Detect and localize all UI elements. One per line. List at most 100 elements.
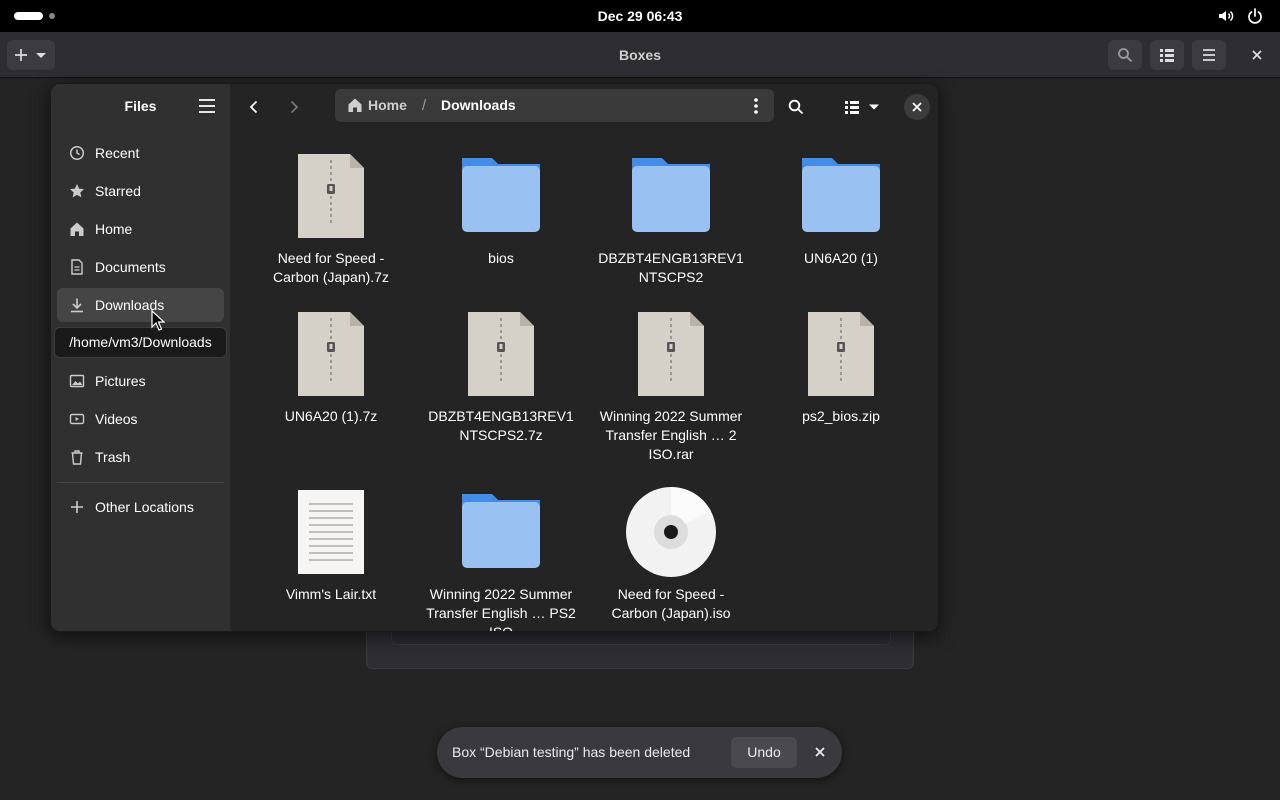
file-name-label: Need for Speed - Carbon (Japan).iso — [611, 586, 731, 621]
file-grid-item[interactable]: Winning 2022 Summer Transfer English … 2… — [596, 308, 746, 462]
boxes-search-button[interactable] — [1108, 40, 1142, 70]
toast-close-icon[interactable] — [810, 742, 830, 762]
sidebar-item-downloads[interactable]: Downloads — [57, 288, 224, 322]
archive-file-icon — [596, 308, 746, 400]
file-grid-item[interactable]: UN6A20 (1).7z — [256, 308, 406, 458]
folder-icon — [766, 150, 916, 242]
list-view-icon — [845, 101, 859, 114]
sidebar-item-trash[interactable]: Trash — [57, 440, 224, 474]
search-icon — [788, 99, 804, 115]
file-grid-item[interactable]: Need for Speed - Carbon (Japan).iso — [596, 486, 746, 631]
breadcrumb-separator: / — [422, 97, 427, 114]
files-main-area: Home / Downloads Need for Speed - Carbon… — [230, 84, 938, 632]
chevron-down-icon — [36, 53, 46, 58]
download-icon — [71, 298, 83, 313]
chevron-right-icon — [290, 100, 299, 114]
home-icon — [348, 98, 362, 112]
chevron-left-icon — [249, 100, 258, 114]
sidebar-item-label: Recent — [95, 145, 140, 161]
document-icon — [71, 259, 83, 275]
file-name-label: bios — [488, 250, 514, 266]
boxes-menu-button[interactable] — [1192, 40, 1226, 70]
text-file-icon — [256, 486, 406, 578]
sidebar-item-label: Home — [95, 221, 133, 237]
sidebar-item-label: Other Locations — [95, 499, 194, 515]
sidebar-divider — [57, 482, 224, 483]
trash-icon — [71, 450, 83, 465]
file-grid-item[interactable]: bios — [426, 150, 576, 300]
file-grid-item[interactable]: DBZBT4ENGB13REV1NTSCPS2.7z — [426, 308, 576, 458]
file-name-label: DBZBT4ENGB13REV1NTSCPS2 — [598, 250, 744, 285]
file-name-label: UN6A20 (1).7z — [284, 408, 378, 424]
clock[interactable]: Dec 29 06:43 — [560, 0, 720, 32]
plus-icon — [15, 49, 27, 61]
sidebar-item-videos[interactable]: Videos — [57, 402, 224, 436]
view-options-button[interactable] — [835, 92, 887, 122]
sidebar-item-home[interactable]: Home — [57, 212, 224, 246]
path-bar[interactable]: Home / Downloads — [335, 89, 774, 122]
sidebar-item-label: Pictures — [95, 373, 146, 389]
chevron-down-icon — [869, 104, 879, 110]
file-grid-item[interactable]: UN6A20 (1) — [766, 150, 916, 300]
archive-file-icon — [426, 308, 576, 400]
activities-indicator[interactable] — [14, 12, 55, 20]
files-sidebar: Files Recent Starred Home Documents Down… — [51, 84, 230, 631]
sidebar-item-recent[interactable]: Recent — [57, 136, 224, 170]
boxes-view-button[interactable] — [1150, 40, 1184, 70]
file-grid-item[interactable]: Vimm's Lair.txt — [256, 486, 406, 631]
sidebar-item-label: Starred — [95, 183, 141, 199]
hamburger-menu-icon[interactable] — [197, 97, 217, 115]
toast-message: Box “Debian testing” has been deleted — [452, 744, 691, 760]
sidebar-item-other-locations[interactable]: Other Locations — [57, 490, 224, 524]
file-grid-item[interactable]: DBZBT4ENGB13REV1NTSCPS2 — [596, 150, 746, 300]
mouse-cursor-icon — [151, 310, 165, 331]
close-icon — [912, 102, 922, 112]
archive-file-icon — [766, 308, 916, 400]
more-options-icon[interactable] — [748, 97, 764, 115]
file-name-label: DBZBT4ENGB13REV1NTSCPS2.7z — [428, 408, 574, 443]
file-grid-item[interactable]: Winning 2022 Summer Transfer English … P… — [426, 486, 576, 632]
undo-button[interactable]: Undo — [731, 737, 797, 768]
video-icon — [69, 413, 85, 425]
home-icon — [70, 222, 84, 236]
forward-button[interactable] — [276, 92, 310, 122]
picture-icon — [69, 374, 85, 388]
disc-image-icon — [596, 486, 746, 578]
search-button[interactable] — [779, 92, 813, 122]
file-grid-item[interactable]: Need for Speed - Carbon (Japan).7z — [256, 150, 406, 300]
sidebar-item-starred[interactable]: Starred — [57, 174, 224, 208]
sidebar-item-pictures[interactable]: Pictures — [57, 364, 224, 398]
close-button[interactable] — [904, 94, 930, 120]
star-icon — [69, 184, 85, 198]
power-icon[interactable] — [1246, 7, 1264, 25]
plus-icon — [71, 501, 83, 513]
gnome-top-bar: Dec 29 06:43 — [0, 0, 1280, 32]
archive-file-icon — [256, 308, 406, 400]
clock-icon — [69, 145, 85, 161]
toast-notification: Box “Debian testing” has been deleted Un… — [437, 727, 842, 778]
search-icon — [1118, 48, 1133, 63]
volume-icon[interactable] — [1217, 7, 1235, 25]
file-name-label: Need for Speed - Carbon (Japan).7z — [273, 250, 389, 285]
breadcrumb-home[interactable]: Home — [368, 89, 407, 122]
sidebar-item-label: Documents — [95, 259, 166, 275]
folder-icon — [426, 486, 576, 578]
file-grid-item[interactable]: ps2_bios.zip — [766, 308, 916, 458]
close-icon[interactable] — [1250, 48, 1264, 62]
workspace-dot — [49, 13, 55, 19]
sidebar-item-documents[interactable]: Documents — [57, 250, 224, 284]
file-name-label: Vimm's Lair.txt — [285, 586, 377, 602]
breadcrumb-current[interactable]: Downloads — [441, 89, 516, 122]
boxes-headerbar: Boxes — [0, 32, 1280, 78]
file-name-label: UN6A20 (1) — [804, 250, 878, 266]
archive-file-icon — [256, 150, 406, 242]
workspace-active-pill — [14, 12, 43, 20]
tooltip: /home/vm3/Downloads — [54, 327, 227, 358]
back-button[interactable] — [236, 92, 270, 122]
hamburger-menu-icon — [1203, 49, 1215, 61]
list-view-icon — [1160, 49, 1174, 62]
file-name-label: ps2_bios.zip — [802, 408, 880, 424]
folder-icon — [596, 150, 746, 242]
boxes-new-button[interactable] — [7, 40, 55, 70]
file-name-label: Winning 2022 Summer Transfer English … P… — [426, 586, 576, 632]
